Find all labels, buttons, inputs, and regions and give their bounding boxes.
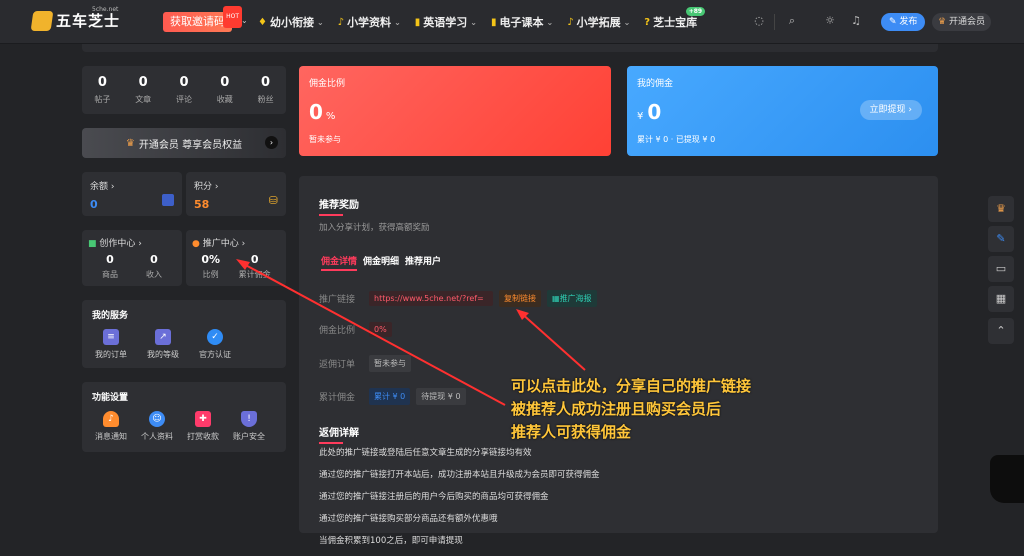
back-to-top-button[interactable]: ⌃ [988,318,1014,344]
vip-float-button[interactable]: ♛ [988,196,1014,222]
annotation-line: 推荐人可获得佣金 [511,423,632,441]
arrow-to-promo-center [239,261,506,406]
annotation-arrows [236,259,586,406]
qrcode-float-button[interactable]: ▦ [988,286,1014,312]
list-item: 当佣金积累到100之后，即可申请提现 [319,536,463,546]
chat-float-button[interactable]: ▭ [988,256,1014,282]
qr-icon: ▦ [995,292,1007,305]
annotation-line: 被推荐人成功注册且购买会员后 [511,400,722,418]
pill-icon: ✎ [996,232,1006,245]
arrow-to-copy-link [519,311,586,371]
chevron-up-icon: ⌃ [996,324,1006,337]
chat-icon: ▭ [995,262,1007,275]
annotation-line: 可以点击此处，分享自己的推广链接 [511,377,752,395]
mascot-cat-image [990,455,1024,503]
arrowhead [236,259,250,270]
tool-float-button[interactable]: ✎ [988,226,1014,252]
annotation-text: 可以点击此处，分享自己的推广链接 被推荐人成功注册且购买会员后 推荐人可获得佣金 [511,375,751,444]
crown-icon: ♛ [996,202,1006,215]
